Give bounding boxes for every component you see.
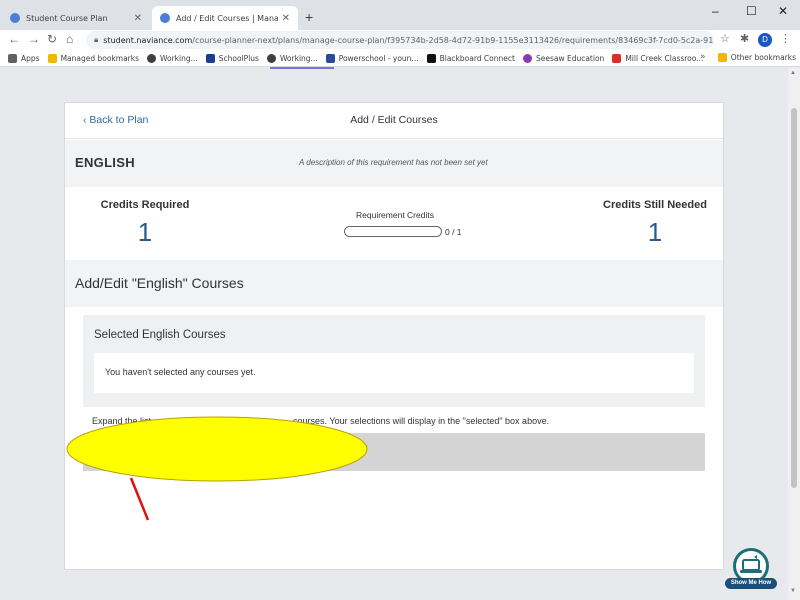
requirement-credits-progress-bar (344, 226, 442, 237)
back-arrow-icon[interactable]: ← (8, 32, 20, 46)
folder-icon (47, 53, 57, 63)
show-me-how-widget[interactable]: Show Me How (725, 548, 777, 590)
maximize-icon[interactable]: ☐ (746, 4, 757, 18)
globe-icon (147, 53, 157, 63)
bookmark-powerschool[interactable]: Powerschool - youn... (325, 53, 419, 63)
bookmark-label: Blackboard Connect (439, 53, 515, 63)
bookmark-label: Working... (160, 53, 198, 63)
address-bar[interactable]: 🔒︎ student.naviance.com/course-planner-n… (86, 31, 714, 49)
more-bookmarks-icon[interactable]: » (700, 52, 706, 62)
bookmark-blackboard[interactable]: Blackboard Connect (426, 53, 515, 63)
manage-courses-card: ‹ Back to Plan Add / Edit Courses ENGLIS… (64, 102, 724, 570)
schoolplus-icon (205, 53, 215, 63)
other-bookmarks[interactable]: Other bookmarks (717, 53, 796, 62)
folder-icon (717, 53, 727, 62)
bookmark-label: SchoolPlus (218, 53, 259, 63)
bookmark-label: Mill Creek Classroo... (625, 53, 704, 63)
seesaw-icon (522, 53, 532, 63)
page-accent-line (270, 67, 334, 69)
url-path: /course-planner-next/plans/manage-course… (192, 35, 714, 45)
bookmark-label: Working... (279, 53, 318, 63)
close-icon[interactable]: ✕ (134, 13, 142, 24)
scroll-thumb[interactable] (791, 108, 797, 488)
bookmark-millcreek[interactable]: Mill Creek Classroo... (612, 53, 704, 63)
requirement-name: ENGLISH (75, 155, 135, 170)
bookmark-seesaw[interactable]: Seesaw Education (522, 53, 605, 63)
instructions-visible-start: Expand the list (92, 416, 152, 426)
window-close-icon[interactable]: ✕ (778, 4, 788, 18)
tab-title: Add / Edit Courses | Manage Co... (176, 13, 278, 23)
requirement-description: A description of this requirement has no… (299, 158, 488, 167)
blackboard-icon (426, 53, 436, 63)
credits-required-label: Credits Required (100, 199, 190, 211)
requirement-credits-count: 0 / 1 (445, 227, 462, 237)
reload-icon[interactable]: ↻ (47, 32, 57, 46)
browser-toolbar: ← → ↻ ⌂ 🔒︎ student.naviance.com/course-p… (0, 30, 800, 50)
course-list-expand-row[interactable] (83, 433, 705, 471)
globe-icon (266, 53, 276, 63)
bookmark-schoolplus[interactable]: SchoolPlus (205, 53, 259, 63)
instructions-visible-end: courses. Your selections will display in… (293, 416, 550, 426)
bookmark-working-2[interactable]: Working... (266, 53, 318, 63)
home-icon[interactable]: ⌂ (66, 32, 73, 46)
extensions-puzzle-icon[interactable]: ✱ (740, 32, 749, 45)
bookmark-label: Apps (21, 53, 40, 63)
requirement-bar: ENGLISH A description of this requiremen… (65, 140, 723, 187)
bookmark-label: Other bookmarks (730, 53, 796, 62)
youtube-icon (612, 53, 622, 63)
page-title: Add / Edit Courses (350, 114, 438, 126)
selected-courses-title: Selected English Courses (94, 329, 226, 341)
apps-grid-icon (8, 53, 17, 63)
new-tab-button[interactable]: + (305, 9, 313, 25)
profile-avatar[interactable]: D (758, 33, 772, 47)
add-edit-section-bar: Add/Edit "English" Courses (65, 260, 723, 307)
card-header: ‹ Back to Plan Add / Edit Courses (65, 103, 723, 139)
bookmark-star-icon[interactable]: ☆ (720, 32, 730, 45)
browser-tab-add-edit-courses[interactable]: Add / Edit Courses | Manage Co... ✕ (152, 6, 298, 30)
minimize-icon[interactable]: – (712, 4, 719, 18)
bookmark-label: Powerschool - youn... (338, 53, 419, 63)
credits-required-value: 1 (137, 217, 153, 247)
bookmark-managed[interactable]: Managed bookmarks (47, 53, 140, 63)
show-me-how-label: Show Me How (725, 578, 777, 589)
url-host: student.naviance.com (103, 35, 193, 45)
bookmark-working-1[interactable]: Working... (147, 53, 198, 63)
naviance-favicon-icon (160, 13, 170, 23)
tab-title: Student Course Plan (26, 13, 108, 23)
browser-tab-strip: Student Course Plan ✕ Add / Edit Courses… (0, 0, 800, 30)
page-scrollbar[interactable]: ▲ ▼ (788, 68, 800, 600)
requirement-credits-label: Requirement Credits (356, 210, 434, 220)
credits-still-needed-label: Credits Still Needed (603, 199, 707, 211)
lock-icon: 🔒︎ (94, 35, 99, 44)
bookmark-apps[interactable]: Apps (8, 53, 40, 63)
selected-courses-list: You haven't selected any courses yet. (94, 353, 694, 393)
browser-tab-student-course-plan[interactable]: Student Course Plan ✕ (2, 6, 150, 30)
section-title: Add/Edit "English" Courses (75, 275, 244, 291)
scroll-down-icon[interactable]: ▼ (790, 588, 796, 594)
forward-arrow-icon[interactable]: → (28, 32, 40, 46)
naviance-favicon-icon (10, 13, 20, 23)
instructions-text: Expand the list courses. Your selections … (92, 416, 549, 426)
selected-courses-box: Selected English Courses You haven't sel… (83, 315, 705, 407)
bookmark-label: Managed bookmarks (60, 53, 140, 63)
menu-kebab-icon[interactable]: ⋮ (780, 32, 791, 45)
empty-selection-message: You haven't selected any courses yet. (105, 367, 256, 377)
close-icon[interactable]: ✕ (282, 13, 290, 24)
bookmarks-bar: Apps Managed bookmarks Working... School… (0, 50, 800, 67)
powerschool-icon (325, 53, 335, 63)
credits-still-needed-value: 1 (647, 217, 663, 247)
scroll-up-icon[interactable]: ▲ (790, 70, 796, 76)
bookmark-label: Seesaw Education (535, 53, 605, 63)
